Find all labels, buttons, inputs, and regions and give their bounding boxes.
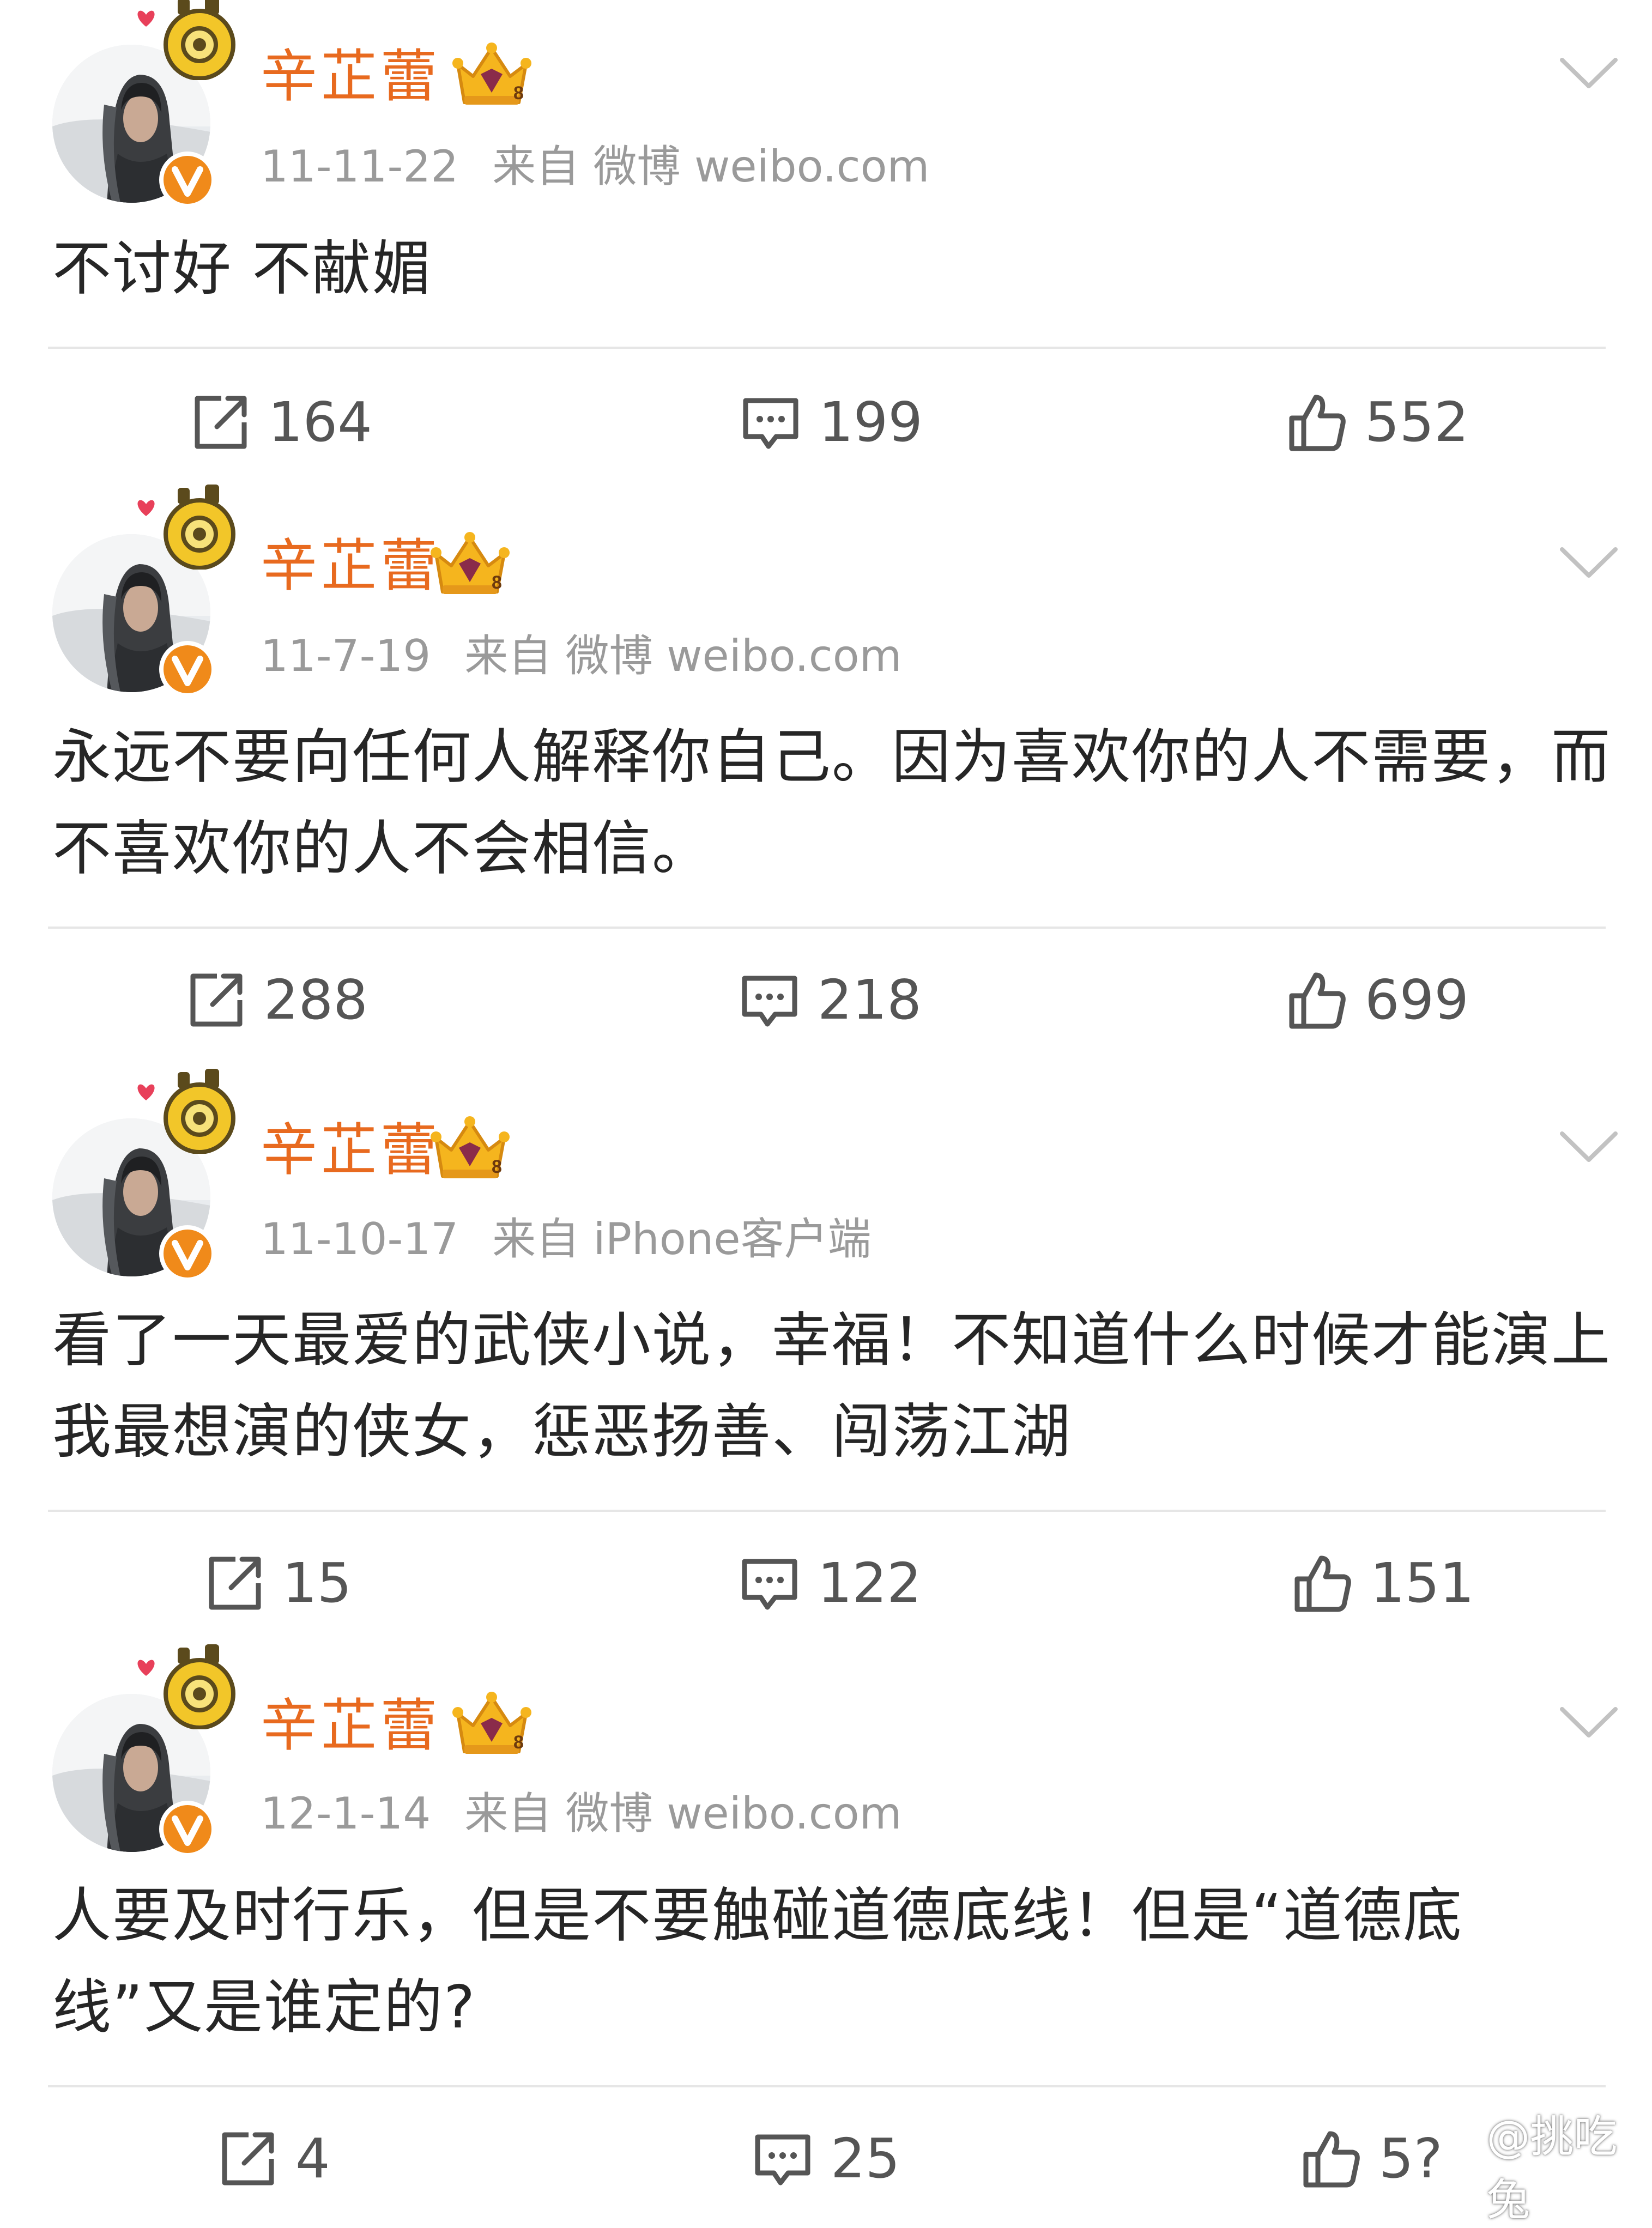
post-text: 看了一天最爱的武侠小说，幸福！不知道什么时候才能演上我最想演的侠女，惩恶扬善、闯… [52,1306,1612,1466]
repost-count: 15 [282,1551,352,1615]
chevron-down-icon[interactable] [1559,1128,1619,1166]
comment-count: 25 [831,2127,900,2190]
post-text: 永远不要向任何人解释你自己。因为喜欢你的人不需要，而不喜欢你的人不会相信。 [52,723,1612,883]
repost-icon [185,970,246,1031]
divider [48,2085,1606,2087]
repost-button[interactable]: 15 [204,1548,352,1619]
repost-count: 164 [268,390,372,454]
verified-badge-icon [158,1799,217,1859]
post-date[interactable]: 11-10-17 [261,1214,458,1264]
comment-count: 122 [818,1551,922,1615]
post-card: 辛芷蕾 11-7-19 来自 微博 weibo.com 永远不要向任何人解释你自己… [0,491,1652,1068]
post-text: 人要及时行乐，但是不要触碰道德底线！但是“道德底线”又是谁定的? [52,1882,1463,2042]
post-source: 来自 微博 weibo.com [464,1788,902,1839]
thumbs-up-icon [1300,2128,1361,2189]
post-source: 来自 微博 weibo.com [464,631,902,681]
post-meta: 11-11-22 来自 微博 weibo.com [261,141,929,193]
chevron-down-icon[interactable] [1559,544,1619,582]
repost-button[interactable]: 288 [185,965,368,1036]
post-source: 来自 iPhone客户端 [492,1214,872,1264]
repost-icon [190,392,251,453]
comment-count: 218 [818,968,922,1032]
comment-icon [740,392,801,453]
comment-icon [739,1553,800,1614]
like-count: 699 [1365,968,1469,1032]
watermark: @挑吃兔 [1433,2111,1652,2225]
crown-icon[interactable] [452,1692,531,1760]
verified-badge-icon [158,1224,217,1283]
like-button[interactable]: 699 [1286,965,1469,1036]
post-date[interactable]: 11-11-22 [261,141,458,192]
repost-button[interactable]: 4 [217,2123,330,2194]
like-button[interactable]: 552 [1286,387,1469,458]
avatar-pendant-icon [134,1067,243,1154]
post-meta: 11-10-17 来自 iPhone客户端 [261,1213,872,1266]
avatar-pendant-icon [134,1642,243,1729]
chevron-down-icon[interactable] [1559,1704,1619,1742]
repost-icon [217,2128,278,2189]
like-count: 151 [1370,1551,1474,1615]
post-source: 来自 微博 weibo.com [492,141,930,192]
weibo-logo-icon [1433,2140,1480,2189]
thumbs-up-icon [1292,1553,1353,1614]
comment-icon [752,2128,813,2189]
author-name[interactable]: 辛芷蕾 [261,533,440,598]
verified-badge-icon [158,150,217,210]
crown-icon[interactable] [452,43,531,111]
comment-button[interactable]: 122 [739,1548,922,1619]
repost-count: 4 [295,2127,330,2190]
like-count: 552 [1365,390,1469,454]
comment-count: 199 [819,390,923,454]
avatar[interactable] [52,45,210,203]
comment-icon [739,970,800,1031]
post-card: 辛芷蕾 11-10-17 来自 iPhone客户端 看了一天最爱的武侠小说，幸福！… [0,1075,1652,1652]
weibo-feed: 辛芷蕾 11-11-22 来自 微博 weibo.com 不讨好 不献媚 164 … [0,0,1652,2225]
post-date[interactable]: 11-7-19 [261,631,431,681]
comment-button[interactable]: 199 [740,387,923,458]
avatar-pendant-icon [134,482,243,570]
thumbs-up-icon [1286,392,1347,453]
divider [48,1510,1606,1512]
divider [48,927,1606,929]
post-card: 辛芷蕾 12-1-14 来自 微博 weibo.com 人要及时行乐，但是不要触碰… [0,1650,1652,2203]
repost-icon [204,1553,265,1614]
post-date[interactable]: 12-1-14 [261,1788,431,1839]
post-meta: 12-1-14 来自 微博 weibo.com [261,1788,902,1840]
avatar[interactable] [52,534,210,692]
crown-icon[interactable] [431,532,510,600]
author-name[interactable]: 辛芷蕾 [261,1117,440,1183]
chevron-down-icon[interactable] [1559,55,1619,93]
repost-button[interactable]: 164 [190,387,372,458]
divider [48,347,1606,349]
avatar[interactable] [52,1694,210,1852]
thumbs-up-icon [1286,970,1347,1031]
author-name[interactable]: 辛芷蕾 [261,44,440,109]
avatar[interactable] [52,1118,210,1276]
crown-icon[interactable] [431,1116,510,1184]
author-name[interactable]: 辛芷蕾 [261,1693,440,1758]
comment-button[interactable]: 25 [752,2123,900,2194]
like-button[interactable]: 151 [1292,1548,1474,1619]
post-text: 不讨好 不献媚 [52,235,432,303]
like-button[interactable]: 5? [1300,2123,1443,2194]
comment-button[interactable]: 218 [739,965,922,1036]
avatar-pendant-icon [134,0,243,80]
watermark-text: @挑吃兔 [1486,2111,1618,2225]
post-meta: 11-7-19 来自 微博 weibo.com [261,630,902,682]
verified-badge-icon [158,639,217,699]
repost-count: 288 [264,968,368,1032]
